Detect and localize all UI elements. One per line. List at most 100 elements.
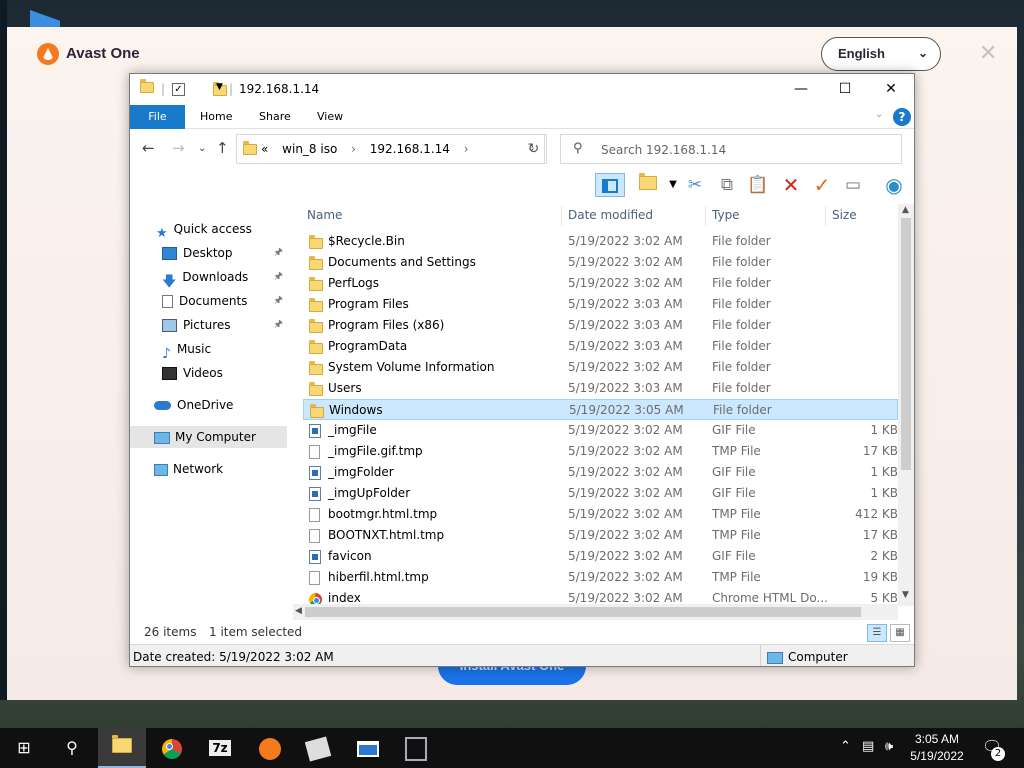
paste-icon[interactable]: 📋 bbox=[745, 173, 771, 197]
table-row[interactable]: Program Files 5/19/2022 3:03 AM File folde… bbox=[303, 294, 898, 315]
window-taskbar-icon[interactable] bbox=[344, 728, 392, 768]
recent-locations-icon[interactable]: ⌄ bbox=[198, 143, 206, 154]
breadcrumb-item[interactable]: 192.168.1.14 bbox=[370, 142, 450, 156]
start-windows-icon[interactable]: ⊞ bbox=[0, 728, 48, 768]
clock-time: 3:05 AM bbox=[914, 732, 960, 746]
column-divider[interactable] bbox=[705, 206, 706, 226]
sidebar-item-music[interactable]: ♪ Music bbox=[130, 338, 287, 362]
pin-icon[interactable]: 🖈 bbox=[274, 266, 283, 288]
rename-icon[interactable]: ▭ bbox=[840, 173, 866, 197]
table-row[interactable]: Program Files (x86) 5/19/2022 3:03 AM File… bbox=[303, 315, 898, 336]
column-header-date[interactable]: Date modified bbox=[568, 204, 653, 226]
scroll-left-icon[interactable]: ◀ bbox=[295, 606, 302, 616]
table-row[interactable]: Users 5/19/2022 3:03 AM File folder bbox=[303, 378, 898, 399]
sidebar-item-onedrive[interactable]: OneDrive bbox=[130, 394, 287, 416]
table-row[interactable]: $Recycle.Bin 5/19/2022 3:02 AM File folder bbox=[303, 231, 898, 252]
desktop-shortcut-icon[interactable] bbox=[30, 10, 60, 28]
help-icon[interactable]: ? bbox=[893, 108, 911, 126]
column-header-size[interactable]: Size bbox=[832, 204, 857, 226]
sidebar-item-videos[interactable]: Videos bbox=[130, 362, 287, 384]
new-folder-icon[interactable] bbox=[635, 173, 661, 197]
sidebar-item-downloads[interactable]: 🡇 Downloads 🖈 bbox=[130, 266, 287, 290]
table-row[interactable]: _imgFile 5/19/2022 3:02 AM GIF File 1 KB bbox=[303, 420, 898, 441]
search-icon[interactable]: ⚲ bbox=[48, 728, 96, 768]
breadcrumb-item[interactable]: win_8 iso bbox=[282, 142, 337, 156]
column-header-type[interactable]: Type bbox=[712, 204, 740, 226]
chevron-right-icon[interactable]: › bbox=[464, 142, 469, 156]
preview-pane-icon[interactable] bbox=[595, 173, 625, 197]
sidebar-item-pictures[interactable]: Pictures 🖈 bbox=[130, 314, 287, 336]
refresh-button[interactable]: ↻ bbox=[521, 134, 547, 164]
minimize-button[interactable]: — bbox=[778, 78, 824, 100]
large-icons-view-icon[interactable]: ▦ bbox=[890, 624, 910, 642]
table-row[interactable]: System Volume Information 5/19/2022 3:02 … bbox=[303, 357, 898, 378]
table-row[interactable]: Documents and Settings 5/19/2022 3:02 AM F… bbox=[303, 252, 898, 273]
expand-ribbon-icon[interactable]: ⌄ bbox=[875, 109, 883, 120]
scrollbar-thumb[interactable] bbox=[305, 607, 861, 617]
table-row[interactable]: _imgFolder 5/19/2022 3:02 AM GIF File 1 KB bbox=[303, 462, 898, 483]
forward-arrow-icon[interactable]: → bbox=[172, 139, 185, 157]
back-arrow-icon[interactable]: ← bbox=[142, 139, 155, 157]
vertical-scrollbar[interactable]: ▲ ▼ bbox=[898, 204, 914, 606]
app-taskbar-icon[interactable] bbox=[294, 728, 342, 768]
table-row[interactable]: bootmgr.html.tmp 5/19/2022 3:02 AM TMP Fil… bbox=[303, 504, 898, 525]
network-tray-icon[interactable]: ▤ bbox=[862, 739, 874, 754]
file-size: 1 KB bbox=[870, 486, 898, 500]
pin-icon[interactable]: 🖈 bbox=[274, 290, 283, 312]
avast-taskbar-icon[interactable] bbox=[246, 728, 294, 768]
clock[interactable]: 3:05 AM 5/19/2022 bbox=[902, 731, 972, 765]
search-input[interactable]: Search 192.168.1.14 bbox=[601, 143, 726, 157]
chevron-right-icon[interactable]: › bbox=[351, 142, 356, 156]
tab-share[interactable]: Share bbox=[259, 105, 291, 129]
address-bar[interactable]: « win_8 iso › 192.168.1.14 › ⌄ bbox=[236, 134, 545, 164]
properties-icon[interactable]: ✓ bbox=[172, 83, 185, 96]
table-row[interactable]: ProgramData 5/19/2022 3:03 AM File folder bbox=[303, 336, 898, 357]
checkmark-icon[interactable]: ✓ bbox=[809, 173, 835, 197]
delete-icon[interactable]: ✕ bbox=[778, 173, 804, 197]
file-explorer-taskbar-icon[interactable] bbox=[98, 728, 146, 768]
pin-icon[interactable]: 🖈 bbox=[274, 314, 283, 336]
7zip-taskbar-icon[interactable]: 7z bbox=[196, 728, 244, 768]
search-box[interactable]: ⚲ Search 192.168.1.14 bbox=[560, 134, 902, 164]
chrome-taskbar-icon[interactable] bbox=[148, 728, 196, 768]
column-divider[interactable] bbox=[825, 206, 826, 226]
column-header-name[interactable]: Name bbox=[307, 204, 342, 226]
pin-icon[interactable]: 🖈 bbox=[274, 242, 283, 264]
scroll-up-icon[interactable]: ▲ bbox=[902, 205, 909, 215]
close-button[interactable]: ✕ bbox=[868, 78, 914, 100]
customize-qa-icon[interactable]: ▼ bbox=[216, 82, 223, 92]
details-view-icon[interactable]: ☰ bbox=[867, 624, 887, 642]
up-arrow-icon[interactable]: ↑ bbox=[216, 139, 229, 157]
table-row[interactable]: hiberfil.html.tmp 5/19/2022 3:02 AM TMP Fi… bbox=[303, 567, 898, 588]
table-row[interactable]: BOOTNXT.html.tmp 5/19/2022 3:02 AM TMP Fil… bbox=[303, 525, 898, 546]
avast-close-icon[interactable]: ✕ bbox=[979, 41, 997, 66]
sidebar-item-my-computer[interactable]: My Computer bbox=[130, 426, 287, 448]
copy-icon[interactable]: ⧉ bbox=[714, 173, 740, 197]
scrollbar-thumb[interactable] bbox=[901, 218, 911, 470]
table-row[interactable]: favicon 5/19/2022 3:02 AM GIF File 2 KB bbox=[303, 546, 898, 567]
file-size: 2 KB bbox=[870, 549, 898, 563]
language-dropdown[interactable]: English ⌄ bbox=[821, 37, 941, 71]
tab-view[interactable]: View bbox=[317, 105, 343, 129]
tab-home[interactable]: Home bbox=[200, 105, 232, 129]
column-divider[interactable] bbox=[561, 206, 562, 226]
sidebar-item-documents[interactable]: Documents 🖈 bbox=[130, 290, 287, 312]
cut-icon[interactable]: ✂ bbox=[682, 173, 708, 197]
breadcrumb-overflow[interactable]: « bbox=[261, 142, 268, 156]
globe-icon[interactable]: ◉ bbox=[881, 173, 907, 197]
sidebar-item-quick-access[interactable]: ★ Quick access bbox=[130, 218, 287, 241]
chevron-up-icon[interactable]: ⌃ bbox=[840, 739, 851, 754]
table-row[interactable]: PerfLogs 5/19/2022 3:02 AM File folder bbox=[303, 273, 898, 294]
maximize-button[interactable]: ☐ bbox=[822, 78, 868, 100]
table-row[interactable]: _imgUpFolder 5/19/2022 3:02 AM GIF File 1 K… bbox=[303, 483, 898, 504]
clock-date: 5/19/2022 bbox=[910, 749, 964, 763]
sidebar-item-network[interactable]: Network bbox=[130, 458, 287, 480]
table-row[interactable]: _imgFile.gif.tmp 5/19/2022 3:02 AM TMP Fil… bbox=[303, 441, 898, 462]
scroll-down-icon[interactable]: ▼ bbox=[902, 590, 909, 600]
horizontal-scrollbar[interactable]: ◀ bbox=[293, 604, 898, 620]
sidebar-item-desktop[interactable]: Desktop 🖈 bbox=[130, 242, 287, 264]
server-taskbar-icon[interactable] bbox=[392, 728, 440, 768]
tab-file[interactable]: File bbox=[130, 105, 185, 129]
table-row[interactable]: Windows 5/19/2022 3:05 AM File folder bbox=[303, 399, 898, 420]
volume-icon[interactable]: 🕪 bbox=[885, 739, 893, 754]
